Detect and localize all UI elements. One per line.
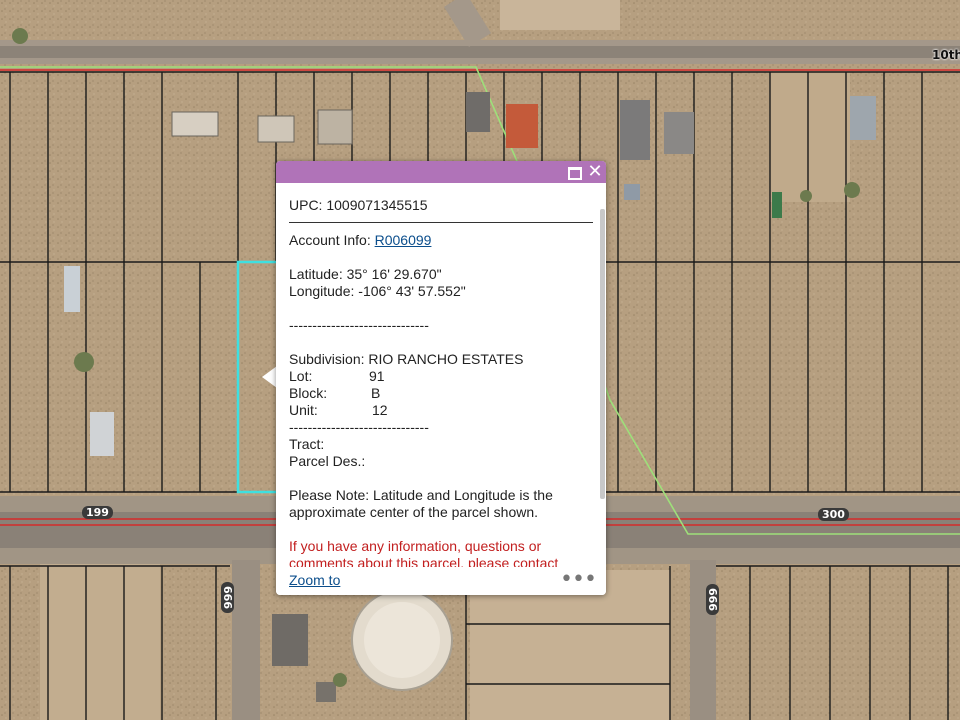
terrain-patch <box>770 72 850 202</box>
route-label-199: 199 <box>82 506 113 519</box>
latitude-text: Latitude: 35° 16' 29.670" <box>289 266 442 282</box>
popup-header: ✕ <box>276 161 606 183</box>
zoom-to-link[interactable]: Zoom to <box>289 572 340 588</box>
unit-value: 12 <box>372 402 388 418</box>
route-label-300: 300 <box>818 508 849 521</box>
terrain-patch <box>500 0 620 30</box>
popup-pointer <box>262 366 277 388</box>
terrain-patch <box>40 560 160 720</box>
warning-text: If you have any information, questions o… <box>289 538 559 567</box>
block-value: B <box>371 385 381 401</box>
parcel-des-text: Parcel Des.: <box>289 453 366 469</box>
road-10th-pavement <box>0 46 960 58</box>
close-icon[interactable]: ✕ <box>586 163 604 181</box>
road-666-west <box>232 560 260 720</box>
account-info-link[interactable]: R006099 <box>375 232 432 248</box>
popup-body[interactable]: UPC: 1009071345515 Account Info: R006099… <box>276 183 606 567</box>
subdivision-text: Subdivision: RIO RANCHO ESTATES <box>289 351 524 367</box>
more-options-icon[interactable]: ••• <box>560 567 597 592</box>
street-label-10th: 10th <box>932 48 960 62</box>
block-label: Block: <box>289 385 328 401</box>
unit-label: Unit: <box>289 402 318 418</box>
route-label-666-west: 666 <box>220 582 234 613</box>
route-label-666-east: 666 <box>705 584 719 615</box>
maximize-icon[interactable] <box>565 163 583 181</box>
popup-scrollbar[interactable] <box>600 209 605 499</box>
popup-title: UPC: 1009071345515 <box>289 197 593 223</box>
note-text: Please Note: Latitude and Longitude is t… <box>289 487 553 520</box>
popup-footer: Zoom to ••• <box>276 567 606 595</box>
longitude-text: Longitude: -106° 43' 57.552" <box>289 283 466 299</box>
tract-text: Tract: <box>289 436 325 452</box>
account-info-label: Account Info: <box>289 232 375 248</box>
water-tank-top <box>364 602 440 678</box>
parcel-popup: ✕ UPC: 1009071345515 Account Info: R0060… <box>276 161 606 595</box>
divider-text: ------------------------------ <box>289 419 429 435</box>
lot-label: Lot: <box>289 368 313 384</box>
lot-value: 91 <box>369 368 385 384</box>
divider-text: ------------------------------ <box>289 317 429 333</box>
account-info-row: Account Info: R006099 <box>289 232 593 249</box>
